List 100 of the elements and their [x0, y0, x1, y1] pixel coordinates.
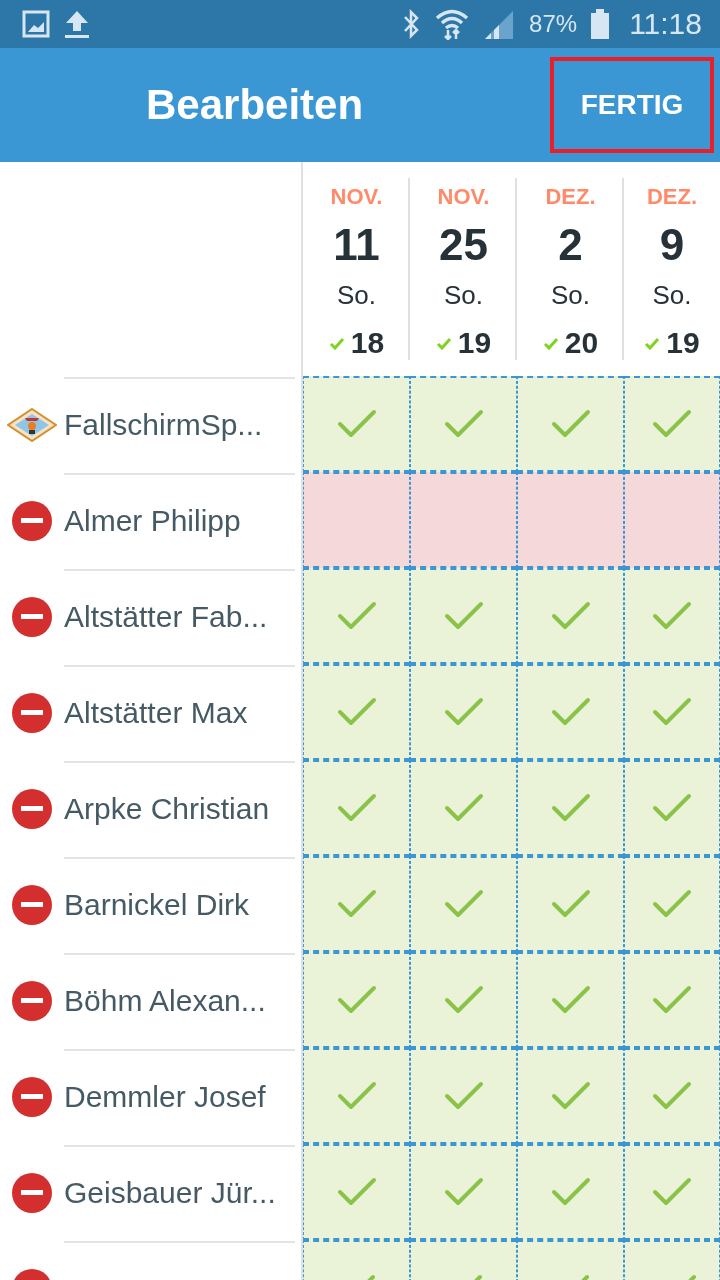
- attendance-cell[interactable]: [517, 856, 624, 952]
- remove-icon[interactable]: [12, 789, 52, 829]
- month-label: NOV.: [330, 184, 383, 211]
- attendance-cell[interactable]: [517, 1144, 624, 1240]
- attendance-cell[interactable]: [410, 952, 517, 1048]
- signal-icon: [483, 9, 516, 39]
- check-icon: [652, 1081, 692, 1111]
- wifi-icon: [435, 8, 470, 40]
- member-name: Almer Philipp: [64, 504, 241, 538]
- member-name: FallschirmSp...: [64, 408, 263, 442]
- attendance-cell[interactable]: [303, 376, 410, 472]
- check-icon: [550, 409, 591, 439]
- attendance-cell[interactable]: [410, 1144, 517, 1240]
- attendance-cell[interactable]: [303, 664, 410, 760]
- attendee-count: 18: [350, 326, 385, 360]
- attendance-cell[interactable]: [410, 376, 517, 472]
- weekday-label: So.: [551, 280, 590, 312]
- attendance-cell[interactable]: [410, 568, 517, 664]
- attendance-cell[interactable]: [303, 760, 410, 856]
- remove-icon[interactable]: [12, 981, 52, 1021]
- attendance-cell[interactable]: [303, 1048, 410, 1144]
- attendance-cell[interactable]: [624, 664, 720, 760]
- battery-percentage: 87%: [529, 10, 578, 38]
- check-icon: [580, 1274, 590, 1280]
- attendance-cell[interactable]: [303, 472, 410, 568]
- check-icon: [550, 1177, 591, 1207]
- attendance-cell[interactable]: [624, 472, 720, 568]
- member-name: Altstätter Max: [64, 696, 248, 730]
- image-icon: [22, 10, 50, 38]
- attendance-cell[interactable]: [303, 952, 410, 1048]
- member-name: Geisbauer Jür...: [64, 1176, 276, 1210]
- check-icon: [336, 793, 377, 823]
- remove-icon[interactable]: [12, 597, 52, 637]
- check-icon: [443, 409, 484, 439]
- check-icon: [550, 889, 591, 919]
- check-icon: [550, 985, 591, 1015]
- month-label: DEZ.: [646, 184, 698, 211]
- check-icon: [652, 985, 692, 1015]
- remove-icon[interactable]: [12, 1077, 52, 1117]
- attendance-cell[interactable]: [624, 856, 720, 952]
- attendance-cell[interactable]: [517, 472, 624, 568]
- weekday-label: So.: [444, 280, 483, 312]
- attendance-cell[interactable]: [624, 1048, 720, 1144]
- check-icon: [435, 336, 452, 350]
- check-icon: [644, 336, 661, 350]
- check-icon: [443, 697, 484, 727]
- attendance-cell[interactable]: [303, 568, 410, 664]
- day-number: 11: [333, 220, 380, 271]
- check-icon: [550, 1081, 591, 1111]
- check-icon: [336, 1081, 377, 1111]
- attendance-cell[interactable]: [517, 568, 624, 664]
- check-icon: [687, 1274, 697, 1280]
- attendance-cell[interactable]: [410, 664, 517, 760]
- member-name: Demmler Josef: [64, 1080, 266, 1114]
- check-icon: [443, 601, 484, 631]
- check-icon: [336, 409, 377, 439]
- attendance-cell[interactable]: [303, 856, 410, 952]
- check-icon: [652, 601, 692, 631]
- attendance-cell[interactable]: [517, 1048, 624, 1144]
- attendance-cell[interactable]: [410, 760, 517, 856]
- emblem-icon: [7, 408, 57, 442]
- check-icon: [652, 889, 692, 919]
- attendance-cell[interactable]: [517, 376, 624, 472]
- check-icon: [366, 1274, 376, 1280]
- check-icon: [443, 889, 484, 919]
- attendance-cell[interactable]: [410, 856, 517, 952]
- remove-icon[interactable]: [12, 693, 52, 733]
- check-icon: [652, 793, 692, 823]
- attendance-cell[interactable]: [624, 1144, 720, 1240]
- check-icon: [443, 1081, 484, 1111]
- attendance-cell[interactable]: [410, 472, 517, 568]
- attendance-cell[interactable]: [517, 664, 624, 760]
- check-icon: [550, 697, 591, 727]
- battery-icon: [591, 9, 610, 39]
- day-number: 9: [659, 220, 685, 271]
- check-icon: [550, 601, 591, 631]
- clock-time: 11:18: [629, 7, 702, 41]
- member-name: Böhm Alexan...: [64, 984, 266, 1018]
- month-label: NOV.: [437, 184, 490, 211]
- attendance-cell[interactable]: [517, 952, 624, 1048]
- remove-icon[interactable]: [12, 501, 52, 541]
- check-icon: [443, 793, 484, 823]
- done-button[interactable]: FERTIG: [550, 57, 714, 153]
- attendance-cell[interactable]: [624, 568, 720, 664]
- attendee-count: 19: [457, 326, 492, 360]
- day-number: 2: [558, 220, 583, 271]
- attendance-cell[interactable]: [624, 376, 720, 472]
- attendance-cell[interactable]: [517, 760, 624, 856]
- check-icon: [336, 889, 377, 919]
- remove-icon[interactable]: [12, 885, 52, 925]
- attendance-cell[interactable]: [624, 760, 720, 856]
- member-name: Barnickel Dirk: [64, 888, 250, 922]
- check-icon: [336, 1177, 377, 1207]
- day-number: 25: [439, 220, 488, 271]
- attendance-cell[interactable]: [303, 1144, 410, 1240]
- attendance-cell[interactable]: [624, 952, 720, 1048]
- attendance-cell[interactable]: [410, 1048, 517, 1144]
- remove-icon[interactable]: [12, 1173, 52, 1213]
- check-icon: [336, 601, 377, 631]
- attendee-count: 19: [666, 326, 700, 360]
